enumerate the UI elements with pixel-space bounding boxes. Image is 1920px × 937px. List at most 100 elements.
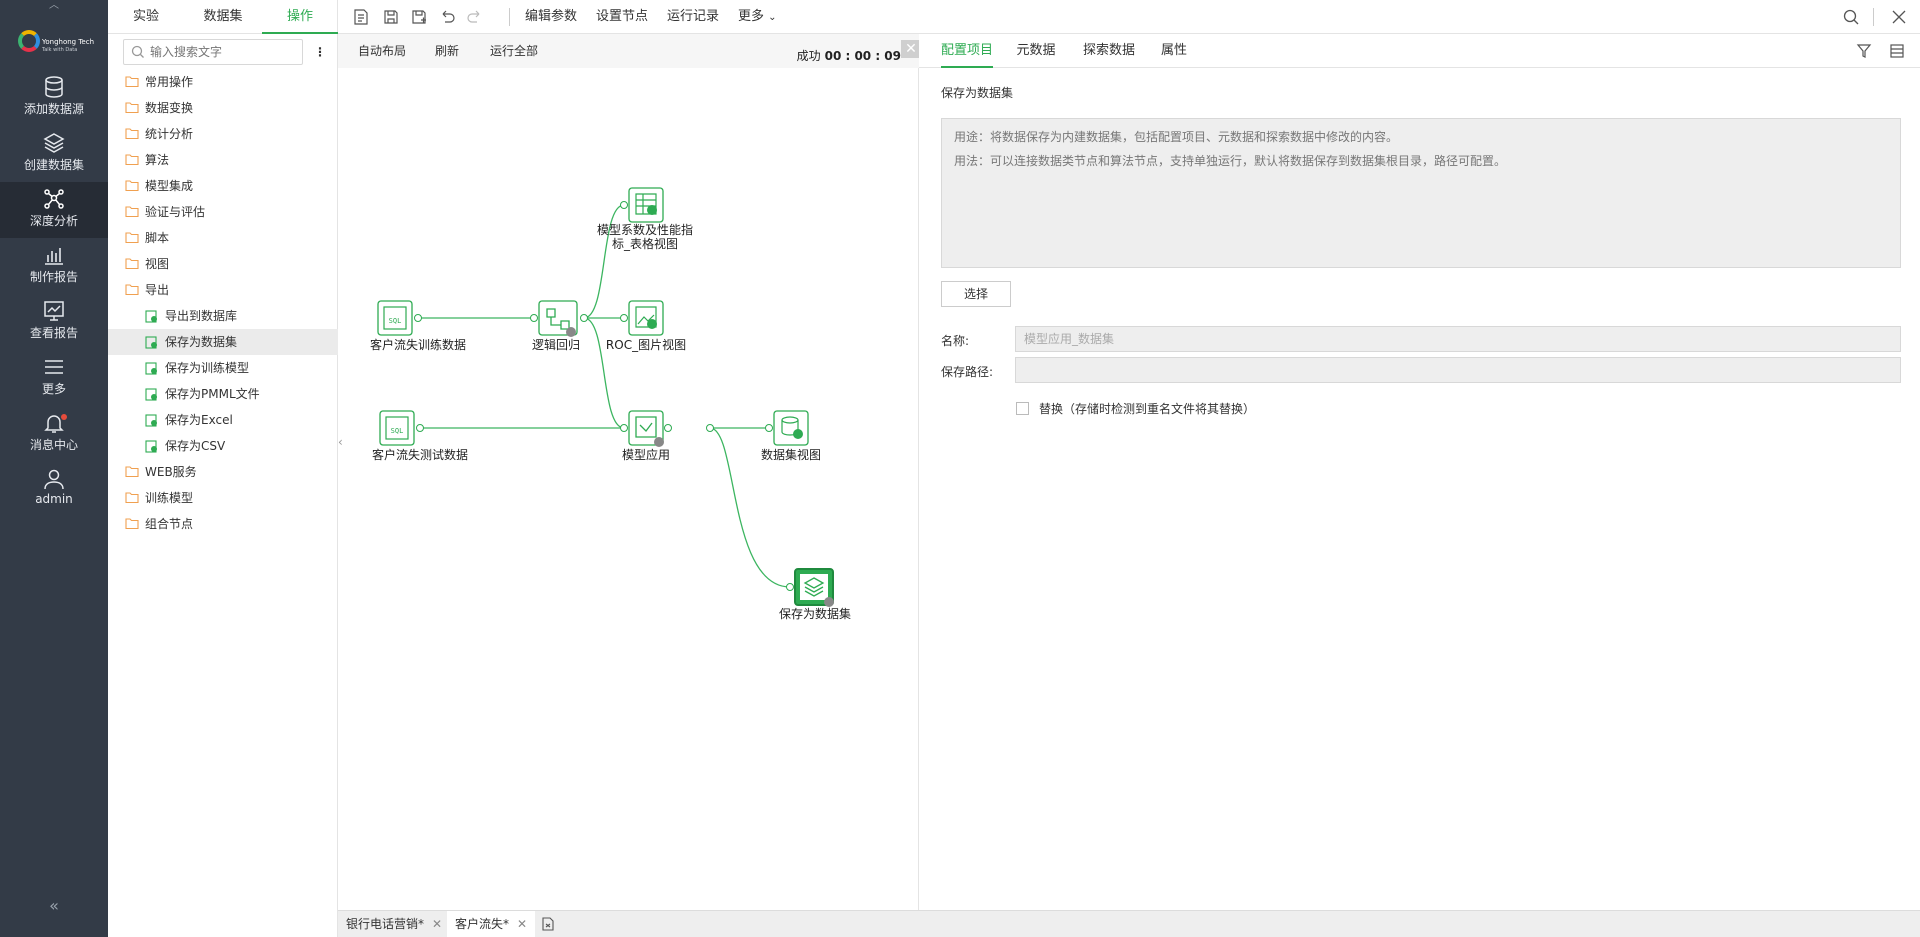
collapse-up-icon[interactable]: ︿ xyxy=(0,0,108,12)
node-train-data[interactable]: SQL xyxy=(377,300,422,336)
nav-label: 查看报告 xyxy=(29,326,78,340)
description-usage: 用途：将数据保存为内建数据集，包括配置项目、元数据和探索数据中修改的内容。 xyxy=(954,130,1399,144)
node-model-apply[interactable] xyxy=(620,410,714,447)
tree-folder[interactable]: 统计分析 xyxy=(108,121,338,147)
save-path-field[interactable] xyxy=(1015,357,1901,383)
node-save-dataset[interactable] xyxy=(786,568,835,607)
tree-node-item[interactable]: 保存为数据集 xyxy=(108,329,338,355)
refresh-button[interactable]: 刷新 xyxy=(435,34,459,68)
folder-icon xyxy=(125,102,139,113)
redo-icon[interactable] xyxy=(466,8,484,26)
folder-icon xyxy=(125,284,139,295)
tree-folder[interactable]: 常用操作 xyxy=(108,69,338,95)
save-icon[interactable] xyxy=(382,8,400,26)
node-coef-table-view[interactable] xyxy=(620,187,664,223)
panel-collapse-handle[interactable]: ‹ xyxy=(338,435,346,453)
tree-folder[interactable]: 组合节点 xyxy=(108,511,338,537)
tree-item-label: 导出到数据库 xyxy=(165,309,238,323)
auto-layout-button[interactable]: 自动布局 xyxy=(358,34,406,68)
tab-config[interactable]: 配置项目 xyxy=(941,34,993,68)
tab-metadata[interactable]: 元数据 xyxy=(1015,34,1057,68)
tab-dataset[interactable]: 数据集 xyxy=(185,0,261,34)
close-tab-icon[interactable]: ✕ xyxy=(432,917,442,931)
nav-view-report[interactable]: 查看报告 xyxy=(0,294,108,350)
close-canvas-icon[interactable]: ✕ xyxy=(901,40,921,58)
choose-button[interactable]: 选择 xyxy=(941,281,1011,307)
tree-folder[interactable]: 脚本 xyxy=(108,225,338,251)
edit-params-button[interactable]: 编辑参数 xyxy=(525,0,577,34)
run-all-button[interactable]: 运行全部 xyxy=(490,34,538,68)
nav-message-center[interactable]: 消息中心 xyxy=(0,406,108,462)
nav-user[interactable]: admin xyxy=(0,462,108,518)
more-options-icon[interactable]: ⋮ xyxy=(314,43,326,61)
main-toolbar: 编辑参数 设置节点 运行记录 更多 ⌄ xyxy=(338,0,1920,34)
path-label: 保存路径: xyxy=(941,365,994,379)
nav-make-report[interactable]: 制作报告 xyxy=(0,238,108,294)
search-icon xyxy=(131,45,144,58)
nav-more[interactable]: 更多 xyxy=(0,350,108,406)
tree-folder[interactable]: 算法 xyxy=(108,147,338,173)
nav-create-dataset[interactable]: 创建数据集 xyxy=(0,126,108,182)
collapse-nav-icon[interactable]: « xyxy=(0,896,108,915)
nav-add-datasource[interactable]: 添加数据源 xyxy=(0,70,108,126)
node-label-apply: 模型应用 xyxy=(621,448,670,462)
tree-folder[interactable]: 导出 xyxy=(108,277,338,303)
search-icon[interactable] xyxy=(1842,8,1860,26)
tree-node-item[interactable]: 保存为训练模型 xyxy=(108,355,338,381)
tree-item-label: 模型集成 xyxy=(145,179,194,193)
tree-folder[interactable]: 模型集成 xyxy=(108,173,338,199)
tab-experiment[interactable]: 实验 xyxy=(108,0,184,34)
edge-logreg-coef xyxy=(583,204,625,319)
new-experiment-icon[interactable] xyxy=(352,8,370,26)
tree-folder[interactable]: 验证与评估 xyxy=(108,199,338,225)
tree-node-item[interactable]: 保存为PMML文件 xyxy=(108,381,338,407)
list-view-icon[interactable] xyxy=(1889,43,1905,59)
node-roc-image-view[interactable] xyxy=(620,300,664,336)
nav-label: 深度分析 xyxy=(29,214,78,228)
tab-properties[interactable]: 属性 xyxy=(1159,34,1189,68)
node-label-coef-line2: 标_表格视图 xyxy=(611,237,678,251)
database-icon xyxy=(45,76,63,98)
node-label-save: 保存为数据集 xyxy=(778,607,851,621)
tree-folder[interactable]: 训练模型 xyxy=(108,485,338,511)
close-tab-icon[interactable]: ✕ xyxy=(517,917,527,931)
tree-folder[interactable]: WEB服务 xyxy=(108,459,338,485)
nav-label: 创建数据集 xyxy=(23,158,84,172)
node-label-dsview: 数据集视图 xyxy=(760,448,821,462)
node-logistic-regression[interactable] xyxy=(530,300,588,337)
replace-checkbox[interactable] xyxy=(1016,402,1029,415)
tree-folder[interactable]: 数据变换 xyxy=(108,95,338,121)
name-label: 名称: xyxy=(941,334,970,348)
tab-operations[interactable]: 操作 xyxy=(262,0,338,34)
save-as-icon[interactable] xyxy=(410,8,428,26)
tab-list-icon[interactable] xyxy=(540,916,556,932)
node-dataset-view[interactable] xyxy=(765,410,809,446)
left-nav: ︿ Yonghong Tech Talk with Data 添加数据源 创建数… xyxy=(0,0,108,937)
tree-node-item[interactable]: 保存为CSV xyxy=(108,433,338,459)
flow-canvas[interactable]: SQL SQL 客户流失训练数据 客户流失测试数据 逻辑回归 模型系数及性能指 … xyxy=(338,68,919,910)
name-field[interactable]: 模型应用_数据集 xyxy=(1015,326,1901,352)
tree-node-item[interactable]: 保存为Excel xyxy=(108,407,338,433)
run-log-button[interactable]: 运行记录 xyxy=(667,0,719,34)
filter-icon[interactable] xyxy=(1856,43,1872,59)
search-input[interactable] xyxy=(150,43,298,61)
tab-explore[interactable]: 探索数据 xyxy=(1083,34,1135,68)
doc-tab-bank-marketing[interactable]: 银行电话营销* ✕ xyxy=(338,911,450,937)
tree-node-item[interactable]: 导出到数据库 xyxy=(108,303,338,329)
close-icon[interactable] xyxy=(1890,8,1908,26)
tree-folder[interactable]: 视图 xyxy=(108,251,338,277)
document-tabs: 银行电话营销* ✕ 客户流失* ✕ xyxy=(338,910,1920,937)
monitor-chart-icon xyxy=(44,301,64,321)
tree-item-label: 保存为PMML文件 xyxy=(165,387,260,401)
node-config-title: 保存为数据集 xyxy=(941,86,1014,100)
node-icon xyxy=(145,440,157,453)
nav-label: admin xyxy=(35,492,73,506)
doc-tab-churn[interactable]: 客户流失* ✕ xyxy=(447,911,536,937)
node-test-data[interactable]: SQL xyxy=(379,410,424,446)
node-label-roc: ROC_图片视图 xyxy=(605,338,687,352)
more-menu-button[interactable]: 更多 ⌄ xyxy=(738,0,777,34)
set-node-button[interactable]: 设置节点 xyxy=(596,0,648,34)
nav-deep-analysis[interactable]: 深度分析 xyxy=(0,182,108,238)
undo-icon[interactable] xyxy=(438,8,456,26)
search-box[interactable] xyxy=(123,39,303,65)
